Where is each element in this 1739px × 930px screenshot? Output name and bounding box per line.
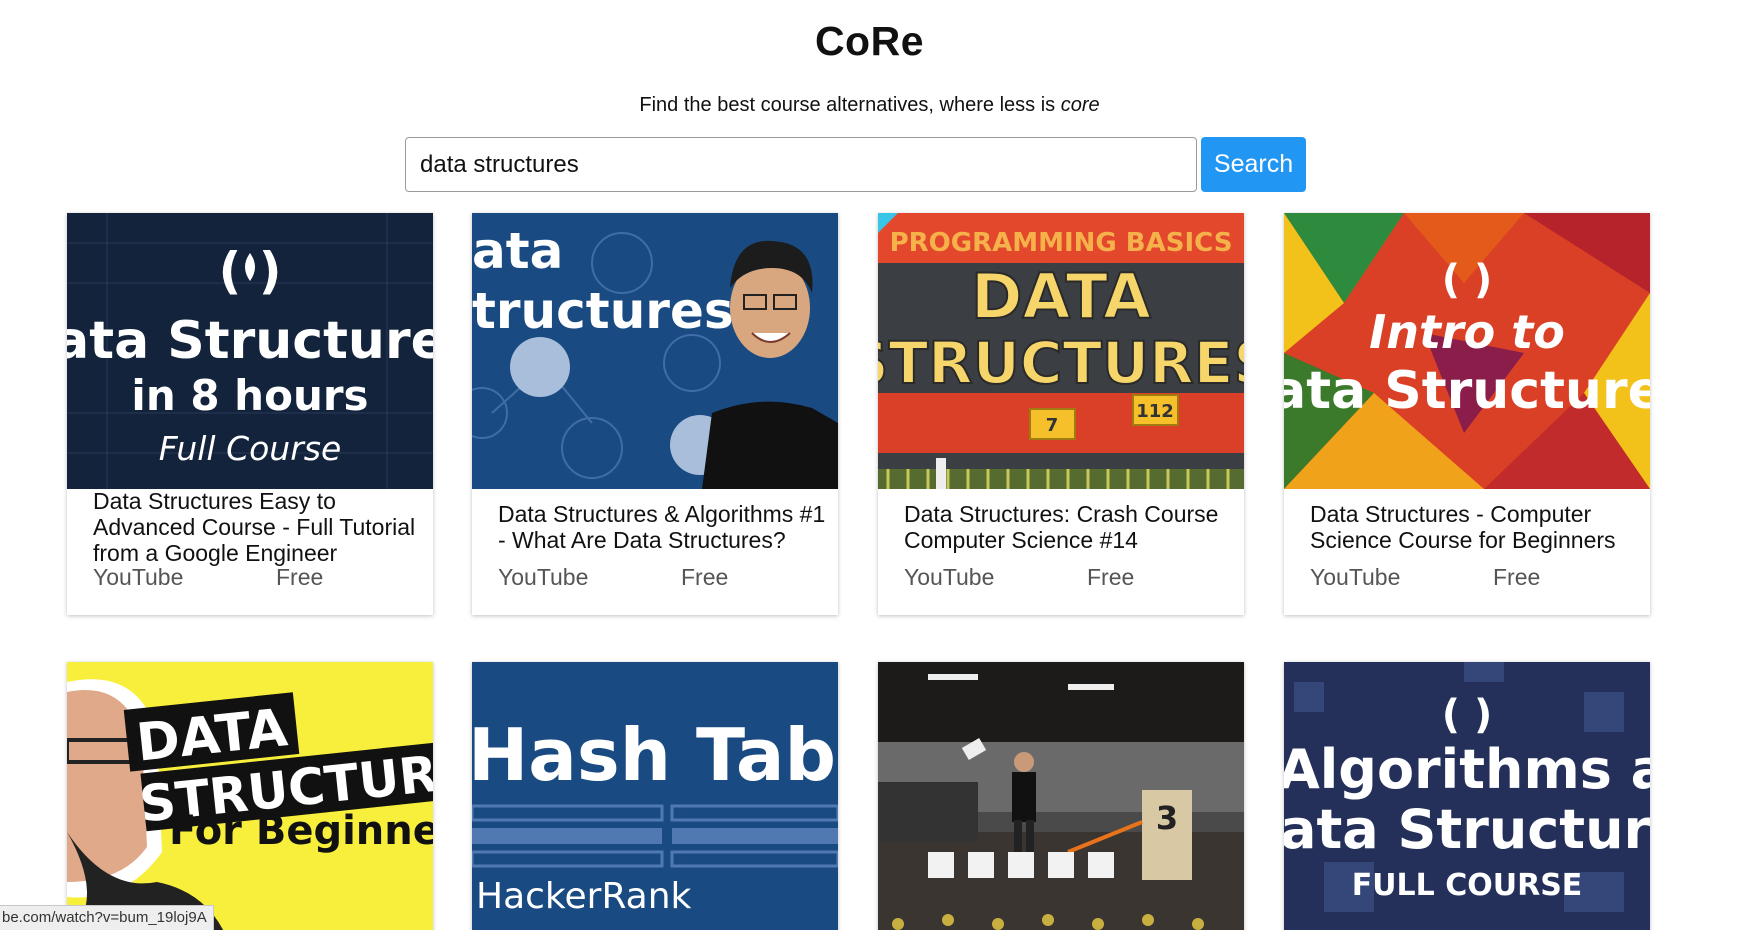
course-card[interactable]: Hash Table HackerRank (472, 662, 838, 930)
course-card[interactable]: ( ) Intro to ata Structure Data Structur… (1284, 213, 1650, 615)
thumb-text: ata Structure (67, 311, 433, 371)
course-thumbnail[interactable]: PROGRAMMING BASICS DATA STRUCTURES 7 112 (878, 213, 1244, 489)
course-card[interactable]: PROGRAMMING BASICS DATA STRUCTURES 7 112… (878, 213, 1244, 615)
thumb-text: DATA (971, 260, 1151, 333)
thumb-text: in 8 hours (131, 371, 368, 420)
thumb-text: STRUCTURES (878, 329, 1244, 397)
thumb-text: Full Course (159, 429, 342, 468)
course-thumbnail[interactable]: 3 (878, 662, 1244, 930)
thumb-text: ata Structure (1284, 361, 1650, 421)
course-thumbnail[interactable]: Hash Table HackerRank (472, 662, 838, 930)
search-input[interactable] (405, 137, 1197, 192)
course-source: YouTube (93, 564, 184, 590)
thumb-text: Hash Table (472, 713, 838, 797)
course-thumbnail[interactable]: DATA STRUCTURI For Beginne (67, 662, 433, 930)
course-title[interactable]: Data Structures & Algorithms #1 - What A… (498, 501, 830, 553)
thumb-text: tructures (472, 282, 734, 340)
thumb-text: ata (472, 222, 563, 280)
course-card[interactable]: ( ) ata Structure in 8 hours Full Course… (67, 213, 433, 615)
thumb-text: PROGRAMMING BASICS (890, 228, 1233, 258)
thumb-text: HackerRank (476, 876, 692, 917)
thumb-text: Algorithms and (1284, 738, 1650, 801)
course-price: Free (276, 564, 324, 590)
thumb-text: ata Structure (1284, 798, 1650, 861)
tagline: Find the best course alternatives, where… (0, 94, 1739, 117)
course-title[interactable]: Data Structures Easy to Advanced Course … (93, 488, 425, 566)
tagline-emphasis: core (1060, 94, 1100, 116)
course-source: YouTube (904, 564, 995, 590)
course-price: Free (681, 564, 729, 590)
course-thumbnail[interactable]: ( ) ata Structure in 8 hours Full Course (67, 213, 433, 489)
thumb-text: FULL COURSE (1352, 868, 1583, 903)
thumb-text: 3 (1156, 799, 1178, 837)
course-card[interactable]: DATA STRUCTURI For Beginne (67, 662, 433, 930)
course-price: Free (1087, 564, 1135, 590)
page: CoRe Find the best course alternatives, … (0, 0, 1739, 930)
thumb-text: Intro to (1369, 305, 1565, 359)
course-title[interactable]: Data Structures: Crash Course Computer S… (904, 501, 1236, 553)
course-thumbnail[interactable]: ata tructures (472, 213, 838, 489)
thumb-text: 7 (1046, 415, 1059, 436)
tagline-text: Find the best course alternatives, where… (639, 94, 1061, 116)
app-title: CoRe (814, 18, 925, 64)
thumb-logo-text: ( ) (1442, 692, 1493, 738)
course-card[interactable]: ata tructures Data Structures & Algorith… (472, 213, 838, 615)
thumb-logo-text: ( ) (1442, 257, 1493, 303)
course-source: YouTube (1310, 564, 1401, 590)
thumb-text: 112 (1136, 401, 1174, 422)
course-card[interactable]: 3 (878, 662, 1244, 930)
thumb-text: For Beginne (169, 808, 433, 854)
course-card[interactable]: ( ) Algorithms and ata Structure FULL CO… (1284, 662, 1650, 930)
course-title[interactable]: Data Structures - Computer Science Cours… (1310, 501, 1642, 553)
course-source: YouTube (498, 564, 589, 590)
course-thumbnail[interactable]: ( ) Intro to ata Structure (1284, 213, 1650, 489)
search-button[interactable]: Search (1201, 137, 1306, 192)
course-thumbnail[interactable]: ( ) Algorithms and ata Structure FULL CO… (1284, 662, 1650, 930)
course-price: Free (1493, 564, 1541, 590)
status-bar-url: be.com/watch?v=bum_19loj9A (0, 905, 214, 930)
